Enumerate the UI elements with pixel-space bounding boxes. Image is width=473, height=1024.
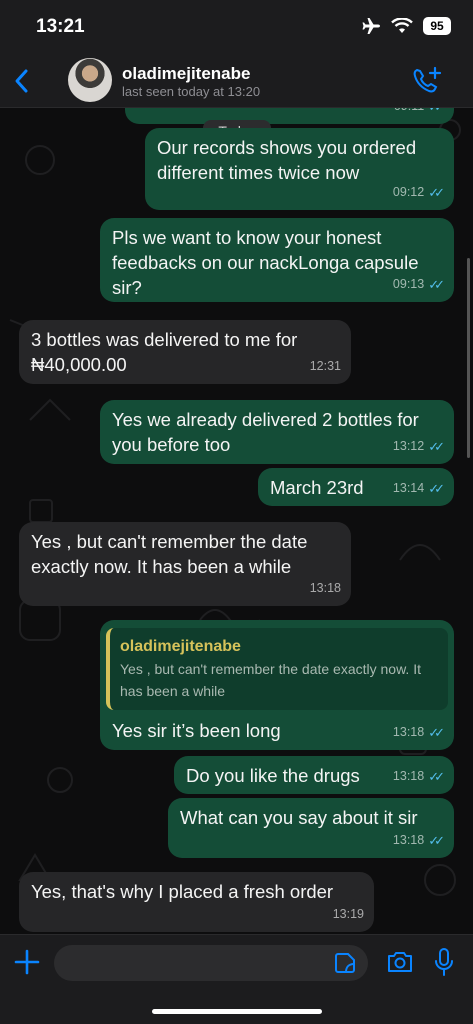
message-text: Yes , but can't remember the date exactl…	[31, 531, 308, 577]
read-ticks-icon: ✓✓	[428, 481, 445, 496]
read-ticks-icon: ✓✓	[428, 725, 445, 740]
message-meta: 13:18 ✓✓	[392, 828, 445, 853]
camera-icon[interactable]	[386, 949, 414, 975]
message-bubble-incoming[interactable]: 3 bottles was delivered to me for ₦40,00…	[19, 320, 351, 384]
message-list[interactable]: 09:11 ✓✓ Today Our records shows you ord…	[0, 94, 473, 934]
message-meta: 13:18 ✓✓	[392, 764, 445, 789]
message-meta: 13:14 ✓✓	[392, 476, 445, 501]
message-time: 13:18	[392, 833, 425, 847]
message-time: 09:12	[392, 185, 425, 199]
message-time: 13:14	[392, 481, 425, 495]
message-text: 3 bottles was delivered to me for ₦40,00…	[31, 329, 298, 375]
message-bubble-outgoing[interactable]: Pls we want to know your honest feedback…	[100, 218, 454, 302]
last-seen-status: last seen today at 13:20	[122, 84, 261, 99]
message-text: What can you say about it sir	[180, 807, 418, 828]
message-bubble-incoming[interactable]: Yes, that's why I placed a fresh order 1…	[19, 872, 374, 932]
wifi-icon	[391, 18, 413, 33]
message-bubble-outgoing-reply[interactable]: oladimejitenabe Yes , but can't remember…	[100, 620, 454, 750]
read-ticks-icon: ✓✓	[428, 833, 445, 848]
message-meta: 13:19	[333, 902, 364, 927]
message-time: 13:18	[309, 581, 341, 595]
read-ticks-icon: ✓✓	[428, 185, 445, 200]
message-input[interactable]	[54, 945, 368, 981]
avatar[interactable]	[68, 58, 112, 102]
add-call-icon[interactable]	[411, 66, 443, 96]
message-time: 13:19	[332, 907, 364, 921]
scroll-indicator[interactable]	[467, 258, 470, 458]
message-text: Our records shows you ordered different …	[157, 137, 417, 183]
quoted-text: Yes , but can't remember the date exactl…	[120, 661, 421, 699]
message-text: Yes, that's why I placed a fresh order	[31, 881, 334, 902]
contact-name[interactable]: oladimejitenabe	[122, 64, 250, 84]
message-time: 09:13	[392, 277, 425, 291]
message-meta: 12:31	[310, 354, 341, 379]
message-time: 12:31	[309, 359, 341, 373]
message-bubble-outgoing[interactable]: Do you like the drugs 13:18 ✓✓	[174, 756, 454, 794]
sticker-icon[interactable]	[334, 952, 356, 974]
plus-icon[interactable]	[14, 949, 40, 975]
message-time: 13:18	[392, 725, 425, 739]
message-meta: 13:18 ✓✓	[392, 720, 445, 745]
home-indicator[interactable]	[152, 1009, 322, 1014]
microphone-icon[interactable]	[434, 947, 454, 977]
message-bubble-outgoing[interactable]: Our records shows you ordered different …	[145, 128, 454, 210]
quoted-message[interactable]: oladimejitenabe Yes , but can't remember…	[106, 628, 448, 710]
back-chevron-icon[interactable]	[10, 66, 34, 96]
message-meta: 13:18	[310, 576, 341, 601]
read-ticks-icon: ✓✓	[428, 277, 445, 292]
message-input-bar	[0, 934, 473, 1024]
message-bubble-outgoing[interactable]: Yes we already delivered 2 bottles for y…	[100, 400, 454, 464]
status-icons: 95	[361, 17, 451, 35]
status-bar: 13:21 95	[0, 0, 473, 54]
message-time: 13:18	[392, 769, 425, 783]
quoted-author: oladimejitenabe	[120, 638, 241, 655]
chat-header: oladimejitenabe last seen today at 13:20	[0, 54, 473, 108]
message-time: 13:12	[392, 439, 425, 453]
battery-level: 95	[430, 19, 444, 33]
message-meta: 09:12 ✓✓	[392, 180, 445, 205]
message-meta: 13:12 ✓✓	[392, 434, 445, 459]
read-ticks-icon: ✓✓	[428, 769, 445, 784]
message-bubble-outgoing[interactable]: What can you say about it sir 13:18 ✓✓	[168, 798, 454, 858]
airplane-icon	[362, 18, 380, 34]
message-bubble-outgoing[interactable]: March 23rd 13:14 ✓✓	[258, 468, 454, 506]
message-bubble-incoming[interactable]: Yes , but can't remember the date exactl…	[19, 522, 351, 606]
message-meta: 09:13 ✓✓	[392, 272, 445, 297]
battery-icon: 95	[423, 17, 451, 35]
status-time: 13:21	[36, 16, 85, 37]
read-ticks-icon: ✓✓	[428, 439, 445, 454]
